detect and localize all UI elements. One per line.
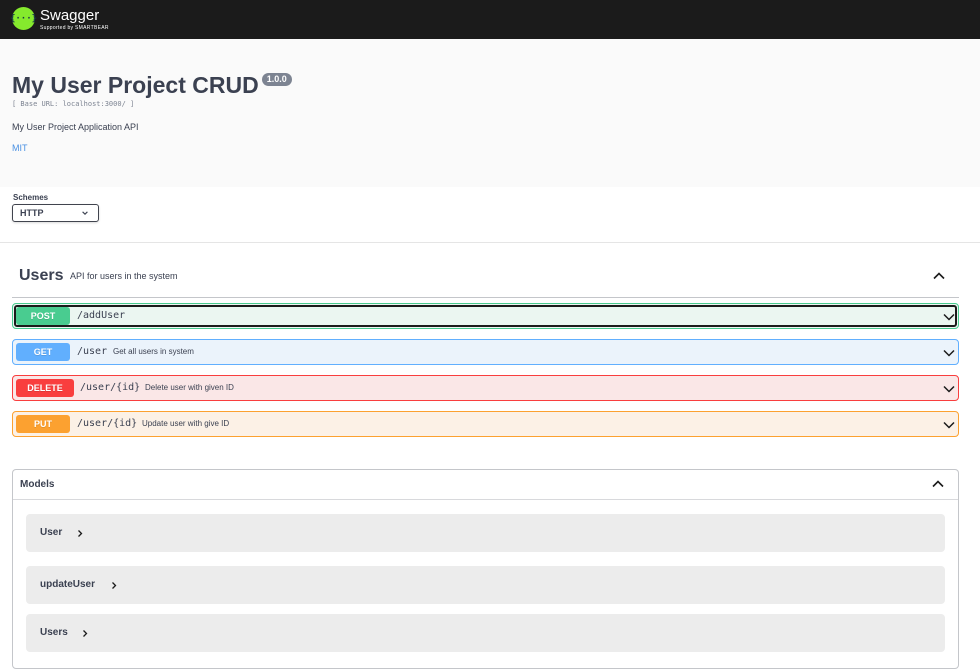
method-badge: DELETE	[16, 379, 74, 397]
models-title: Models	[20, 479, 55, 490]
base-url: [ Base URL: localhost:3000/ ]	[12, 100, 135, 108]
chevron-right-icon	[78, 530, 83, 537]
top-bar: {···} Swagger Supported by SMARTBEAR	[0, 0, 980, 39]
operation-summary: Delete user with given ID	[145, 383, 234, 392]
schemes-selected-value: HTTP	[20, 208, 44, 218]
chevron-down-icon[interactable]	[943, 383, 955, 395]
chevron-up-icon[interactable]	[932, 269, 946, 283]
chevron-down-icon[interactable]	[943, 347, 955, 359]
model-name: User	[40, 527, 63, 538]
method-badge: GET	[16, 343, 70, 361]
api-description: My User Project Application API	[12, 122, 139, 132]
api-info: My User Project CRUD 1.0.0 [ Base URL: l…	[0, 39, 980, 187]
operation-path: /user/{id}	[80, 382, 141, 393]
schemes-section: Schemes HTTP	[0, 187, 980, 243]
chevron-right-icon	[83, 630, 88, 637]
schemes-select[interactable]: HTTP	[12, 204, 99, 222]
operation-path: /user	[77, 346, 108, 357]
model-name: Users	[40, 627, 68, 638]
operation-summary: Update user with give ID	[142, 419, 230, 428]
method-badge: PUT	[16, 415, 70, 433]
tag-description: API for users in the system	[70, 271, 178, 281]
operation-put-user[interactable]: PUT /user/{id} Update user with give ID	[12, 411, 959, 437]
license-link[interactable]: MIT	[12, 143, 28, 153]
title-row: My User Project CRUD 1.0.0	[12, 71, 292, 99]
logo-name: Swagger	[40, 7, 100, 24]
operation-get-user[interactable]: GET /user Get all users in system	[12, 339, 959, 365]
operation-post-adduser[interactable]: POST /addUser	[12, 303, 959, 329]
chevron-down-icon[interactable]	[943, 311, 955, 323]
swagger-logo-icon: {···}	[10, 7, 37, 30]
chevron-down-icon	[82, 211, 88, 215]
version-badge: 1.0.0	[261, 73, 292, 86]
method-badge: POST	[16, 307, 70, 325]
operation-delete-user[interactable]: DELETE /user/{id} Delete user with given…	[12, 375, 959, 401]
tag-users-header[interactable]: Users API for users in the system	[12, 258, 959, 298]
page-title: My User Project CRUD	[12, 72, 259, 98]
model-item-user[interactable]: User	[26, 514, 945, 552]
logo-subtitle: Supported by SMARTBEAR	[40, 25, 109, 31]
chevron-down-icon[interactable]	[943, 419, 955, 431]
model-item-users[interactable]: Users	[26, 614, 945, 652]
operation-path: /addUser	[77, 310, 126, 321]
operation-path: /user/{id}	[77, 418, 138, 429]
tag-name: Users	[19, 267, 64, 284]
models-header[interactable]: Models	[13, 470, 958, 500]
focus-ring	[14, 305, 957, 327]
models-section: Models User updateUser Users	[12, 469, 959, 669]
chevron-right-icon	[112, 582, 117, 589]
model-item-updateuser[interactable]: updateUser	[26, 566, 945, 604]
logo-text: Swagger Supported by SMARTBEAR	[40, 7, 109, 31]
schemes-label: Schemes	[13, 193, 49, 202]
model-name: updateUser	[40, 579, 96, 590]
swagger-logo[interactable]: {···} Swagger Supported by SMARTBEAR	[10, 7, 109, 31]
chevron-up-icon[interactable]	[931, 477, 945, 491]
operation-summary: Get all users in system	[113, 347, 194, 356]
